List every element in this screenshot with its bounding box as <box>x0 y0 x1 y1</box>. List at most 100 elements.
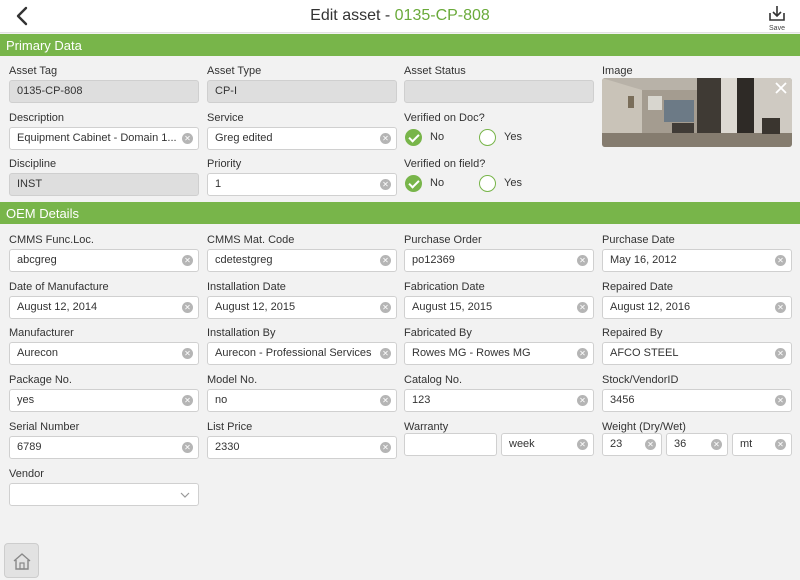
vendor-label: Vendor <box>9 468 44 480</box>
purchase-order-input[interactable]: po12369 ✕ <box>404 249 594 272</box>
cmms-mat-code-label: CMMS Mat. Code <box>207 234 295 246</box>
warranty-input[interactable] <box>404 433 497 456</box>
clear-icon[interactable]: ✕ <box>577 348 588 359</box>
package-no-input[interactable]: yes ✕ <box>9 389 199 412</box>
cmms-func-loc-input[interactable]: abcgreg ✕ <box>9 249 199 272</box>
cmms-mat-code-field: CMMS Mat. Code cdetestgreg ✕ <box>207 233 397 272</box>
clear-icon[interactable]: ✕ <box>380 133 391 144</box>
repaired-date-field: Repaired Date August 12, 2016 ✕ <box>602 280 792 319</box>
list-price-input[interactable]: 2330 ✕ <box>207 436 397 459</box>
repaired-date-input[interactable]: August 12, 2016 ✕ <box>602 296 792 319</box>
stock-vendor-id-label: Stock/VendorID <box>602 374 679 386</box>
home-button[interactable] <box>4 543 39 578</box>
date-of-manufacture-label: Date of Manufacture <box>9 281 109 293</box>
asset-image[interactable] <box>602 78 792 147</box>
home-icon <box>13 553 31 570</box>
purchase-date-label: Purchase Date <box>602 234 675 246</box>
clear-icon[interactable]: ✕ <box>182 442 193 453</box>
fabrication-date-field: Fabrication Date August 15, 2015 ✕ <box>404 280 594 319</box>
clear-icon[interactable]: ✕ <box>577 395 588 406</box>
priority-input[interactable]: 1 ✕ <box>207 173 397 196</box>
cmms-mat-code-input[interactable]: cdetestgreg ✕ <box>207 249 397 272</box>
clear-icon[interactable]: ✕ <box>577 255 588 266</box>
installation-by-field: Installation By Aurecon - Professional S… <box>207 326 397 365</box>
installation-date-input[interactable]: August 12, 2015 ✕ <box>207 296 397 319</box>
vendor-field: Vendor <box>9 467 199 506</box>
clear-icon[interactable]: ✕ <box>380 348 391 359</box>
catalog-no-label: Catalog No. <box>404 374 463 386</box>
weight-wet-value: 36 <box>674 438 687 450</box>
clear-icon[interactable]: ✕ <box>711 439 722 450</box>
vendor-select[interactable] <box>9 483 199 506</box>
catalog-no-value: 123 <box>412 394 431 406</box>
model-no-input[interactable]: no ✕ <box>207 389 397 412</box>
clear-icon[interactable]: ✕ <box>380 395 391 406</box>
weight-unit-input[interactable]: mt ✕ <box>732 433 792 456</box>
discipline-field: Discipline INST <box>9 157 199 196</box>
discipline-input: INST <box>9 173 199 196</box>
warranty-unit-input[interactable]: week ✕ <box>501 433 594 456</box>
installation-by-input[interactable]: Aurecon - Professional Services ✕ <box>207 342 397 365</box>
serial-number-value: 6789 <box>17 441 42 453</box>
date-of-manufacture-input[interactable]: August 12, 2014 ✕ <box>9 296 199 319</box>
remove-image-button[interactable] <box>774 81 788 95</box>
weight-wet-input[interactable]: 36 ✕ <box>666 433 728 456</box>
serial-number-input[interactable]: 6789 ✕ <box>9 436 199 459</box>
fabrication-date-input[interactable]: August 15, 2015 ✕ <box>404 296 594 319</box>
clear-icon[interactable]: ✕ <box>182 395 193 406</box>
list-price-label: List Price <box>207 421 253 433</box>
clear-icon[interactable]: ✕ <box>577 439 588 450</box>
weight-dry-value: 23 <box>610 438 623 450</box>
clear-icon[interactable]: ✕ <box>182 133 193 144</box>
service-field: Service Greg edited ✕ <box>207 111 397 150</box>
clear-icon[interactable]: ✕ <box>380 442 391 453</box>
fabricated-by-input[interactable]: Rowes MG - Rowes MG ✕ <box>404 342 594 365</box>
purchase-date-input[interactable]: May 16, 2012 ✕ <box>602 249 792 272</box>
clear-icon[interactable]: ✕ <box>182 302 193 313</box>
description-input[interactable]: Equipment Cabinet - Domain 1... ✕ <box>9 127 199 150</box>
page-title: Edit asset - 0135-CP-808 <box>0 7 800 25</box>
verified-doc-yes-label: Yes <box>504 131 522 143</box>
asset-status-label: Asset Status <box>404 65 466 77</box>
clear-icon[interactable]: ✕ <box>380 255 391 266</box>
clear-icon[interactable]: ✕ <box>775 348 786 359</box>
verified-field-label: Verified on field? <box>404 158 486 170</box>
stock-vendor-id-input[interactable]: 3456 ✕ <box>602 389 792 412</box>
clear-icon[interactable]: ✕ <box>775 439 786 450</box>
asset-type-input: CP-I <box>207 80 397 103</box>
clear-icon[interactable]: ✕ <box>182 348 193 359</box>
package-no-value: yes <box>17 394 35 406</box>
priority-label: Priority <box>207 158 242 170</box>
repaired-date-label: Repaired Date <box>602 281 673 293</box>
purchase-order-value: po12369 <box>412 254 455 266</box>
clear-icon[interactable]: ✕ <box>577 302 588 313</box>
clear-icon[interactable]: ✕ <box>380 179 391 190</box>
weight-dry-input[interactable]: 23 ✕ <box>602 433 662 456</box>
clear-icon[interactable]: ✕ <box>645 439 656 450</box>
fabricated-by-field: Fabricated By Rowes MG - Rowes MG ✕ <box>404 326 594 365</box>
model-no-label: Model No. <box>207 374 258 386</box>
purchase-date-value: May 16, 2012 <box>610 254 677 266</box>
catalog-no-field: Catalog No. 123 ✕ <box>404 373 594 412</box>
purchase-order-label: Purchase Order <box>404 234 482 246</box>
repaired-by-label: Repaired By <box>602 327 663 339</box>
clear-icon[interactable]: ✕ <box>182 255 193 266</box>
verified-doc-radio-group: No Yes <box>404 127 594 150</box>
service-input[interactable]: Greg edited ✕ <box>207 127 397 150</box>
repaired-by-input[interactable]: AFCO STEEL ✕ <box>602 342 792 365</box>
clear-icon[interactable]: ✕ <box>775 395 786 406</box>
fabrication-date-value: August 15, 2015 <box>412 301 493 313</box>
clear-icon[interactable]: ✕ <box>380 302 391 313</box>
save-button[interactable]: Save <box>766 4 788 32</box>
manufacturer-field: Manufacturer Aurecon ✕ <box>9 326 199 365</box>
catalog-no-input[interactable]: 123 ✕ <box>404 389 594 412</box>
clear-icon[interactable]: ✕ <box>775 302 786 313</box>
radio-unchecked-icon <box>479 129 496 146</box>
priority-field: Priority 1 ✕ <box>207 157 397 196</box>
installation-by-label: Installation By <box>207 327 276 339</box>
installation-date-field: Installation Date August 12, 2015 ✕ <box>207 280 397 319</box>
cmms-func-loc-field: CMMS Func.Loc. abcgreg ✕ <box>9 233 199 272</box>
asset-tag-input: 0135-CP-808 <box>9 80 199 103</box>
clear-icon[interactable]: ✕ <box>775 255 786 266</box>
manufacturer-input[interactable]: Aurecon ✕ <box>9 342 199 365</box>
